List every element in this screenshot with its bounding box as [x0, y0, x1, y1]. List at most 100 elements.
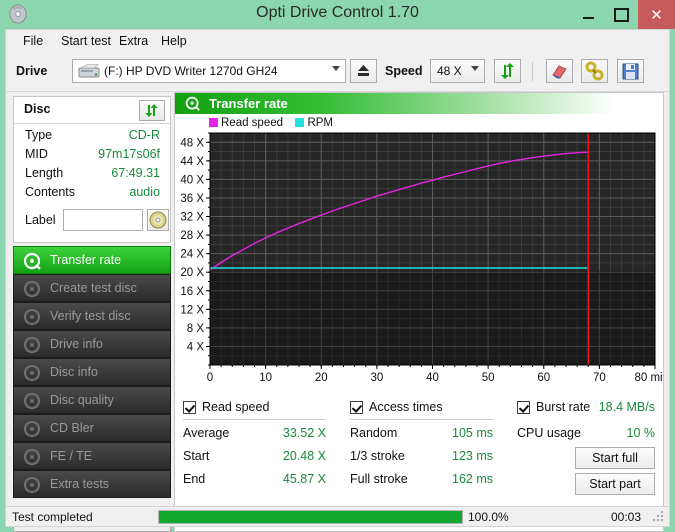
start-full-button[interactable]: Start full	[575, 447, 655, 469]
tools-button[interactable]	[581, 59, 608, 83]
save-floppy-icon	[618, 71, 643, 85]
divider	[183, 419, 326, 420]
status-bar: Test completed 100.0% 00:03	[5, 506, 670, 527]
start-part-button[interactable]: Start part	[575, 473, 655, 495]
svg-text:32 X: 32 X	[180, 212, 204, 224]
disc-key-mid: MID	[25, 147, 48, 161]
menu-item-help[interactable]: Help	[154, 33, 194, 52]
svg-text:40: 40	[426, 372, 439, 384]
access-times-value-random: 105 ms	[393, 426, 493, 440]
drive-label: Drive	[16, 64, 47, 78]
erase-disc-icon	[547, 71, 572, 85]
progress-fill	[159, 511, 462, 523]
speed-label: Speed	[385, 64, 423, 78]
menu-item-start-test[interactable]: Start test	[54, 33, 118, 52]
svg-text:20 X: 20 X	[180, 267, 204, 279]
panel-title: Transfer rate	[209, 96, 288, 111]
maximize-button[interactable]	[605, 0, 638, 29]
read-speed-key-average: Average	[183, 426, 229, 440]
refresh-button[interactable]	[494, 59, 521, 83]
disc-panel-header: Disc	[14, 97, 170, 124]
speed-select[interactable]: 48 X	[430, 59, 485, 83]
svg-text:36 X: 36 X	[180, 193, 204, 205]
svg-text:60: 60	[537, 372, 550, 384]
drive-select[interactable]: (F:) HP DVD Writer 1270d GH24	[72, 59, 346, 83]
access-times-checkbox[interactable]	[350, 401, 363, 414]
svg-text:80 min: 80 min	[634, 372, 663, 384]
svg-text:4 X: 4 X	[187, 341, 205, 353]
read-speed-checkbox[interactable]	[183, 401, 196, 414]
drive-info-icon	[23, 336, 41, 354]
disc-verify-icon	[23, 308, 41, 326]
sidebar-item-transfer-rate[interactable]: Transfer rate	[13, 246, 171, 274]
menu-item-file[interactable]: File	[16, 33, 50, 52]
panel-header: Transfer rate	[175, 93, 663, 114]
minimize-button[interactable]	[572, 0, 605, 29]
disc-refresh-button[interactable]	[139, 100, 165, 121]
cd-disc-icon	[148, 219, 168, 233]
svg-text:30: 30	[370, 372, 383, 384]
test-nav-list: Transfer rate Create test disc Verify te…	[13, 246, 171, 511]
disc-quality-icon	[23, 392, 41, 410]
close-icon: ✕	[650, 6, 663, 24]
svg-text:20: 20	[315, 372, 328, 384]
sidebar-item-drive-info[interactable]: Drive info	[13, 330, 171, 358]
sidebar-item-extra-tests[interactable]: Extra tests	[13, 470, 171, 498]
access-times-value-third-stroke: 123 ms	[393, 449, 493, 463]
eject-icon	[351, 71, 376, 85]
menu-item-extra[interactable]: Extra	[112, 33, 155, 52]
sidebar-label: Extra tests	[50, 477, 109, 491]
chart-legend: Read speed RPM	[209, 117, 333, 129]
svg-text:10: 10	[259, 372, 272, 384]
disc-row-mid: MID 97m17s06f	[14, 147, 170, 166]
sidebar-label: Create test disc	[50, 281, 137, 295]
burst-rate-checkbox[interactable]	[517, 401, 530, 414]
svg-text:50: 50	[482, 372, 495, 384]
sidebar-item-verify-test-disc[interactable]: Verify test disc	[13, 302, 171, 330]
sidebar-label: Transfer rate	[50, 253, 121, 267]
svg-text:12 X: 12 X	[180, 304, 204, 316]
sidebar-label: Verify test disc	[50, 309, 131, 323]
access-times-key-random: Random	[350, 426, 397, 440]
disc-label-input[interactable]	[63, 209, 143, 231]
sidebar-label: Drive info	[50, 337, 103, 351]
resize-grip[interactable]	[653, 511, 665, 523]
progress-bar	[158, 510, 463, 524]
svg-text:0: 0	[207, 372, 213, 384]
read-speed-key-start: Start	[183, 449, 209, 463]
sidebar-item-disc-quality[interactable]: Disc quality	[13, 386, 171, 414]
eject-button[interactable]	[350, 59, 377, 83]
read-speed-value-end: 45.87 X	[226, 472, 326, 486]
sidebar-item-fe-te[interactable]: FE / TE	[13, 442, 171, 470]
sidebar-label: CD Bler	[50, 421, 94, 435]
close-button[interactable]: ✕	[638, 0, 675, 29]
read-speed-header: Read speed	[202, 400, 269, 414]
sidebar-item-cd-bler[interactable]: CD Bler	[13, 414, 171, 442]
disc-panel-title: Disc	[24, 102, 50, 116]
read-speed-key-end: End	[183, 472, 205, 486]
disc-key-contents: Contents	[25, 185, 75, 199]
sidebar-item-create-test-disc[interactable]: Create test disc	[13, 274, 171, 302]
disc-label-row: Label	[14, 207, 170, 237]
save-button[interactable]	[617, 59, 644, 83]
disc-key-length: Length	[25, 166, 63, 180]
divider	[350, 419, 493, 420]
disc-info-icon	[23, 364, 41, 382]
chevron-down-icon	[471, 66, 479, 71]
disc-value-length: 67:49.31	[111, 166, 160, 180]
svg-text:8 X: 8 X	[187, 323, 205, 335]
sidebar-item-disc-info[interactable]: Disc info	[13, 358, 171, 386]
disc-row-contents: Contents audio	[14, 185, 170, 204]
transfer-rate-panel: Transfer rate Read speed RPM 4 X 8 X 12 X 1…	[174, 92, 664, 532]
transfer-rate-chart: 4 X8 X12 X16 X20 X24 X28 X32 X36 X40 X44…	[175, 129, 663, 399]
toolbar: Drive (F:) HP DVD Writer 1270d GH24	[6, 53, 669, 92]
svg-text:16 X: 16 X	[180, 286, 204, 298]
disc-row-length: Length 67:49.31	[14, 166, 170, 185]
disc-fete-icon	[23, 448, 41, 466]
erase-disc-button[interactable]	[546, 59, 573, 83]
chevron-down-icon	[332, 66, 340, 71]
disc-label-read-button[interactable]	[147, 209, 169, 231]
drive-value: (F:) HP DVD Writer 1270d GH24	[104, 64, 278, 78]
status-text: Test completed	[12, 510, 93, 524]
disc-extra-icon	[23, 476, 41, 494]
